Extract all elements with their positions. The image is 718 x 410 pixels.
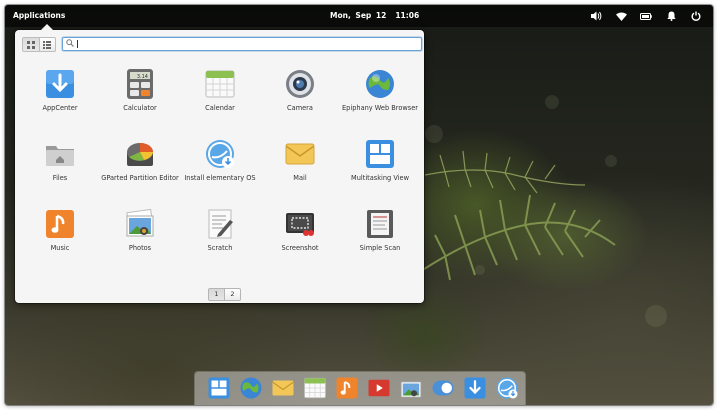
app-label: AppCenter [42,104,78,112]
app-label: Simple Scan [359,244,401,252]
appcenter-icon [44,68,76,100]
installer-icon [204,138,236,170]
search-input[interactable] [81,38,411,50]
calculator-display: 3.14 [137,74,148,80]
text-caret [77,40,78,48]
app-label: Mail [293,174,307,182]
category-view-button[interactable] [40,38,56,51]
app-gparted[interactable]: GParted Partition Editor [100,138,180,200]
date-label: Mon, Sep 12 [330,11,387,20]
app-scratch[interactable]: Scratch [180,208,260,270]
volume-icon[interactable] [589,9,603,23]
applications-menu-button[interactable]: Applications [13,5,65,27]
dock-music-icon[interactable] [335,376,359,400]
time-label: 11:06 [395,11,420,20]
app-screenshot[interactable]: Screenshot [260,208,340,270]
applications-launcher: AppCenter 3.14 Calculator Calendar Camer… [15,24,424,303]
search-field[interactable] [62,37,422,51]
app-appcenter[interactable]: AppCenter [20,68,100,130]
dock-installer-icon[interactable] [495,376,519,400]
app-label: Files [52,174,68,182]
dock-calendar-icon[interactable] [303,376,327,400]
multitasking-icon [364,138,396,170]
gparted-icon [124,138,156,170]
app-label: Multitasking View [351,174,409,182]
camera-icon [284,68,316,100]
page-button-2[interactable]: 2 [225,288,241,301]
page-button-1[interactable]: 1 [208,288,225,301]
app-music[interactable]: Music [20,208,100,270]
simple-scan-icon [364,208,396,240]
app-label: GParted Partition Editor [101,174,179,182]
mail-icon [284,138,316,170]
music-icon [44,208,76,240]
list-icon [43,40,52,49]
battery-icon[interactable] [639,9,653,23]
power-icon[interactable] [689,9,703,23]
photos-icon [124,208,156,240]
indicator-area [589,9,703,23]
dock-mail-icon[interactable] [271,376,295,400]
app-mail[interactable]: Mail [260,138,340,200]
app-calendar[interactable]: Calendar [180,68,260,130]
wifi-icon[interactable] [614,9,628,23]
app-label: Scratch [207,244,233,252]
dock-videos-icon[interactable] [367,376,391,400]
grid-view-button[interactable] [23,38,40,51]
web-browser-icon [364,68,396,100]
app-label: Screenshot [281,244,319,252]
dock-appcenter-icon[interactable] [463,376,487,400]
desktop: Applications Mon, Sep 12 11:06 AppCenter… [5,5,713,405]
app-simple-scan[interactable]: Simple Scan [340,208,420,270]
app-label: Install elementary OS [184,174,256,182]
calculator-icon: 3.14 [124,68,156,100]
app-label: Epiphany Web Browser [342,104,418,112]
search-icon [66,39,74,47]
app-epiphany-web-browser[interactable]: Epiphany Web Browser [340,68,420,130]
app-label: Calculator [123,104,157,112]
app-camera[interactable]: Camera [260,68,340,130]
app-files[interactable]: Files [20,138,100,200]
app-label: Camera [287,104,313,112]
app-photos[interactable]: Photos [100,208,180,270]
app-label: Music [50,244,70,252]
app-label: Photos [128,244,152,252]
dock-photos-icon[interactable] [399,376,423,400]
dock-web-browser-icon[interactable] [239,376,263,400]
datetime-indicator[interactable]: Mon, Sep 12 11:06 [330,5,419,27]
dock-multitasking-icon[interactable] [207,376,231,400]
app-install-elementary-os[interactable]: Install elementary OS [180,138,260,200]
top-panel: Applications Mon, Sep 12 11:06 [5,5,713,27]
app-label: Calendar [205,104,235,112]
grid-icon [26,40,35,49]
files-icon [44,138,76,170]
dock-settings-icon[interactable] [431,376,455,400]
view-mode-switcher [22,37,56,52]
page-switcher: 1 2 [208,288,241,301]
app-calculator[interactable]: 3.14 Calculator [100,68,180,130]
wallpaper-branch [414,150,616,281]
screenshot-icon [284,208,316,240]
scratch-icon [204,208,236,240]
app-multitasking-view[interactable]: Multitasking View [340,138,420,200]
notifications-icon[interactable] [664,9,678,23]
calendar-icon [204,68,236,100]
dock [195,372,525,405]
